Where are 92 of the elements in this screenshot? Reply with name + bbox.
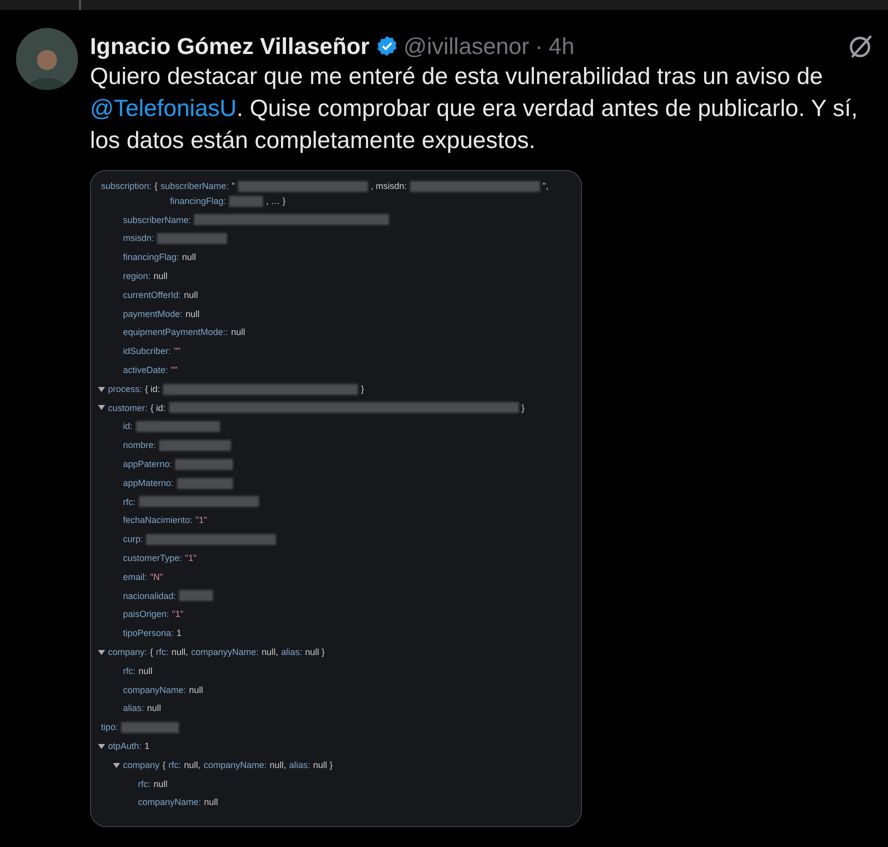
redacted-value — [121, 722, 180, 733]
json-value: "" — [174, 345, 180, 358]
json-value: null, — [270, 758, 286, 772]
json-value: null — [154, 270, 168, 283]
json-value: null — [204, 796, 218, 810]
redacted-value — [175, 458, 234, 470]
json-value: "1" — [196, 514, 207, 528]
expand-triangle-icon[interactable] — [98, 386, 105, 393]
redacted-value — [229, 196, 264, 207]
json-value: 1 — [144, 740, 150, 753]
json-key: process: — [108, 380, 142, 399]
post-time[interactable]: 4h — [548, 32, 574, 60]
json-value: null — [189, 684, 204, 697]
json-key: rfc: — [156, 642, 169, 662]
json-value: "1" — [172, 608, 184, 622]
json-key: fechaNacimiento: — [123, 511, 193, 530]
json-value: null — [231, 326, 246, 340]
json-key: alias: — [289, 756, 310, 774]
json-key: financingFlag: — [123, 248, 180, 267]
author-name[interactable]: Ignacio Gómez Villaseñor — [90, 32, 370, 60]
json-key: company: — [108, 642, 148, 662]
json-key: activeDate: — [123, 360, 168, 380]
json-key: equipmentPaymentMode:: — [123, 323, 228, 342]
json-key: email: — [123, 568, 148, 587]
json-value: { id: — [150, 402, 166, 415]
redacted-value — [179, 590, 214, 602]
json-value: " — [232, 180, 235, 193]
json-key: alias: — [123, 699, 144, 718]
json-key: appPaterno: — [123, 454, 172, 474]
json-key: curp: — [123, 530, 144, 549]
json-key: companyName: — [123, 680, 186, 700]
json-value: , … } — [266, 194, 286, 208]
json-key: paisOrigen: — [123, 605, 170, 624]
json-value: { — [150, 646, 154, 659]
json-value: null, — [184, 758, 201, 772]
json-value: } — [522, 402, 525, 415]
expand-triangle-icon[interactable] — [98, 742, 105, 750]
mention-link[interactable]: @TelefoniasU — [90, 95, 237, 121]
expand-triangle-icon[interactable] — [98, 404, 105, 412]
json-value: { — [162, 758, 166, 772]
json-key: nacionalidad: — [123, 586, 176, 606]
json-value: "" — [171, 364, 178, 377]
json-key: id: — [123, 417, 133, 436]
json-key: rfc: — [123, 662, 136, 681]
json-key: tipoPersona: — [123, 624, 174, 643]
json-value: null — [154, 778, 168, 790]
json-value: , msisdn: — [370, 180, 407, 193]
json-key: appMaterno: — [123, 474, 174, 493]
json-key: customer: — [108, 398, 148, 418]
json-value: 1 — [176, 627, 182, 640]
json-value: ", — [542, 180, 548, 193]
json-value: { id: — [145, 382, 160, 396]
json-key: nombre: — [123, 436, 156, 455]
json-value: null, — [262, 646, 278, 659]
json-value: null — [147, 702, 162, 716]
json-value: null — [184, 288, 198, 302]
json-value: "1" — [185, 552, 196, 565]
json-key: companyyName: — [191, 642, 259, 662]
json-value: "N" — [150, 570, 163, 584]
json-key: tipo: — [101, 718, 118, 737]
post-text: Quiero destacar que me enteré de esta vulnerabilidad tras un aviso de @TelefoniasU. Quise comprobar que era verdad antes de publicarlo. Y sí, los datos están completamente expuestos. — [90, 62, 859, 155]
json-key: msisdn: — [123, 229, 154, 248]
json-key: otpAuth: — [108, 736, 142, 756]
json-key: companyName: — [204, 756, 267, 774]
json-value: null } — [305, 646, 325, 659]
separator: · — [535, 32, 543, 60]
author-handle[interactable]: @ivillasenor — [404, 32, 530, 60]
json-key: rfc: — [123, 492, 136, 512]
redacted-value — [157, 233, 228, 244]
json-key: alias: — [281, 642, 302, 662]
json-value: null — [182, 251, 196, 264]
json-key: rfc: — [138, 774, 150, 794]
json-value: } — [361, 382, 364, 396]
redacted-value — [176, 478, 233, 489]
slashed-circle-icon[interactable] — [848, 33, 874, 59]
json-key: region: — [123, 266, 151, 286]
expand-triangle-icon[interactable] — [113, 762, 120, 769]
json-key: company — [123, 756, 160, 774]
json-value: null — [138, 664, 153, 678]
json-key: subscription: — [101, 177, 152, 196]
json-key: companyName: — [138, 793, 202, 812]
json-key: currentOfferId: — [123, 286, 181, 305]
json-key: subscriberName: — [123, 210, 192, 230]
json-key: idSubcriber: — [123, 342, 172, 361]
json-value: { — [154, 180, 158, 193]
json-key: customerType: — [123, 548, 182, 568]
json-key: paymentMode: — [123, 304, 183, 324]
json-key: rfc: — [168, 756, 182, 774]
json-value: null — [186, 308, 200, 321]
expand-triangle-icon[interactable] — [98, 648, 105, 656]
json-value: null } — [313, 758, 333, 772]
json-value: null, — [172, 646, 188, 659]
